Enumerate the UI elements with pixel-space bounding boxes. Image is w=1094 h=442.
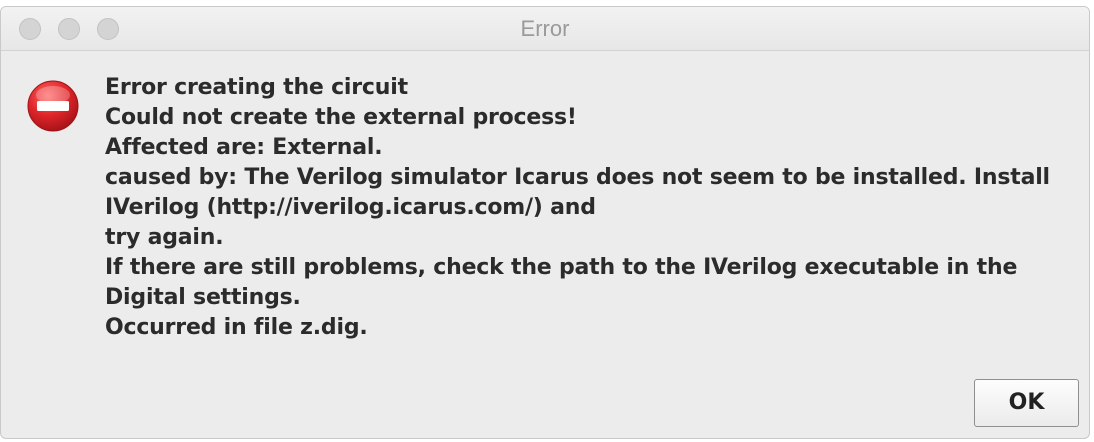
message-line: Error creating the circuit: [105, 75, 408, 100]
message-line: Digital settings.: [105, 285, 301, 310]
title-bar: Error: [1, 7, 1089, 51]
ok-button[interactable]: OK: [974, 379, 1079, 427]
message-line: try again.: [105, 225, 224, 250]
message-line: If there are still problems, check the p…: [105, 255, 1018, 280]
error-stop-icon: [27, 80, 79, 132]
message-line: Could not create the external process!: [105, 105, 577, 130]
message-line: IVerilog (http://iverilog.icarus.com/) a…: [105, 195, 596, 220]
message-line: Occurred in file z.dig.: [105, 315, 368, 340]
error-message: Error creating the circuit Could not cre…: [105, 73, 1080, 343]
error-dialog: Error Error creating the circuit Could n…: [0, 6, 1090, 439]
message-line: Affected are: External.: [105, 135, 383, 160]
message-line: caused by: The Verilog simulator Icarus …: [105, 165, 1050, 190]
window-title: Error: [520, 16, 570, 41]
